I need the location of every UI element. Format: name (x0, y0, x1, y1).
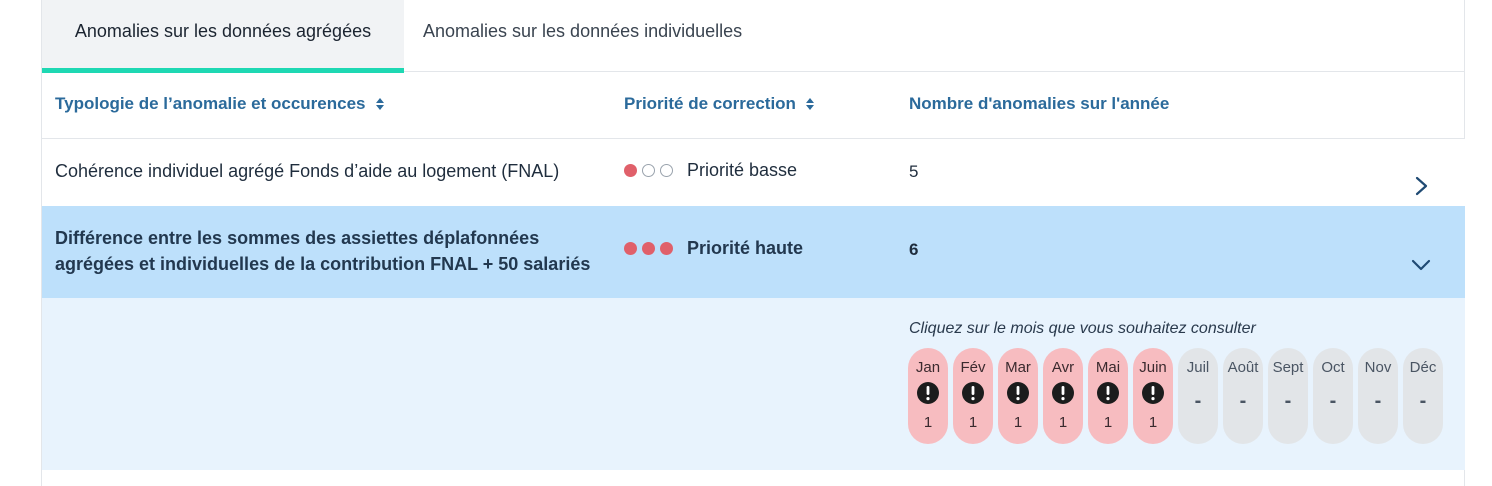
priority-dot-empty (660, 164, 673, 177)
chevron-down-icon[interactable] (1410, 254, 1432, 276)
month-anomaly-count: 1 (968, 414, 978, 431)
anomaly-count: 5 (909, 162, 919, 181)
column-header-priority[interactable]: Priorité de correction (624, 94, 814, 114)
column-header-priority-label: Priorité de correction (624, 94, 796, 113)
sort-icon[interactable] (805, 98, 814, 110)
month-label: Nov (1364, 359, 1392, 376)
row-detail-panel: Cliquez sur le mois que vous souhaitez c… (42, 298, 1465, 470)
month-selector: Jan 1 Fév 1 Mar 1 Avr 1 Mai 1 Juin 1 Juil - Août - Sept -… (908, 348, 1443, 444)
tab-aggregated-data[interactable]: Anomalies sur les données agrégées (42, 0, 404, 73)
month-anomaly-count: 1 (1013, 414, 1023, 431)
priority-dot-filled (624, 164, 637, 177)
chevron-right-icon[interactable] (1410, 175, 1432, 197)
month-label: Mai (1095, 359, 1121, 376)
anomaly-typology: Différence entre les sommes des assiette… (55, 228, 591, 274)
month-button[interactable]: Avr 1 (1043, 348, 1083, 444)
month-anomaly-count: - (1284, 390, 1292, 412)
month-label: Juil (1186, 359, 1210, 376)
sort-icon[interactable] (375, 98, 384, 110)
month-anomaly-count: - (1194, 390, 1202, 412)
column-header-typology-label: Typologie de l’anomalie et occurences (55, 94, 366, 113)
exclamation-circle-icon (962, 382, 984, 404)
month-selection-hint: Cliquez sur le mois que vous souhaitez c… (909, 320, 1256, 337)
table-row[interactable]: Cohérence individuel agrégé Fonds d’aide… (42, 139, 1465, 206)
tab-bar: Anomalies sur les données agrégées Anoma… (42, 0, 1465, 73)
month-label: Fév (960, 359, 986, 376)
month-button[interactable]: Oct - (1313, 348, 1353, 444)
exclamation-circle-icon (1097, 382, 1119, 404)
table-row-selected[interactable]: Différence entre les sommes des assiette… (42, 206, 1465, 298)
month-button[interactable]: Fév 1 (953, 348, 993, 444)
month-anomaly-count: 1 (1058, 414, 1068, 431)
month-button[interactable]: Sept - (1268, 348, 1308, 444)
month-button[interactable]: Nov - (1358, 348, 1398, 444)
priority-dot-empty (642, 164, 655, 177)
month-label: Jan (915, 359, 941, 376)
table-header: Typologie de l’anomalie et occurences Pr… (42, 72, 1465, 139)
exclamation-circle-icon (1052, 382, 1074, 404)
tab-individual-data[interactable]: Anomalies sur les données individuelles (423, 0, 742, 72)
month-button[interactable]: Mar 1 (998, 348, 1038, 444)
month-button[interactable]: Jan 1 (908, 348, 948, 444)
exclamation-circle-icon (917, 382, 939, 404)
priority-dot-filled (660, 242, 673, 255)
column-header-typology[interactable]: Typologie de l’anomalie et occurences (55, 94, 384, 114)
month-anomaly-count: - (1374, 390, 1382, 412)
month-label: Oct (1321, 359, 1345, 376)
priority-label: Priorité haute (687, 238, 804, 258)
month-anomaly-count: - (1329, 390, 1337, 412)
priority-dot-filled (624, 242, 637, 255)
exclamation-circle-icon (1007, 382, 1029, 404)
month-anomaly-count: - (1239, 390, 1247, 412)
month-label: Déc (1409, 359, 1437, 376)
priority-indicator: Priorité basse (624, 160, 797, 181)
month-anomaly-count: - (1419, 390, 1427, 412)
month-label: Août (1227, 359, 1259, 376)
anomalies-panel: Anomalies sur les données agrégées Anoma… (41, 0, 1465, 486)
month-label: Avr (1051, 359, 1075, 376)
month-anomaly-count: 1 (923, 414, 933, 431)
column-header-count-label: Nombre d'anomalies sur l'année (909, 94, 1170, 113)
month-anomaly-count: 1 (1148, 414, 1158, 431)
anomaly-count: 6 (909, 240, 919, 259)
month-button[interactable]: Mai 1 (1088, 348, 1128, 444)
exclamation-circle-icon (1142, 382, 1164, 404)
month-button[interactable]: Juin 1 (1133, 348, 1173, 444)
priority-indicator: Priorité haute (624, 238, 803, 259)
anomaly-typology: Cohérence individuel agrégé Fonds d’aide… (55, 161, 560, 181)
priority-dot-filled (642, 242, 655, 255)
month-button[interactable]: Août - (1223, 348, 1263, 444)
column-header-count: Nombre d'anomalies sur l'année (909, 94, 1169, 114)
month-label: Mar (1005, 359, 1031, 376)
month-button[interactable]: Déc - (1403, 348, 1443, 444)
month-label: Juin (1139, 359, 1167, 376)
month-label: Sept (1272, 359, 1304, 376)
month-button[interactable]: Juil - (1178, 348, 1218, 444)
priority-label: Priorité basse (687, 160, 798, 180)
month-anomaly-count: 1 (1103, 414, 1113, 431)
